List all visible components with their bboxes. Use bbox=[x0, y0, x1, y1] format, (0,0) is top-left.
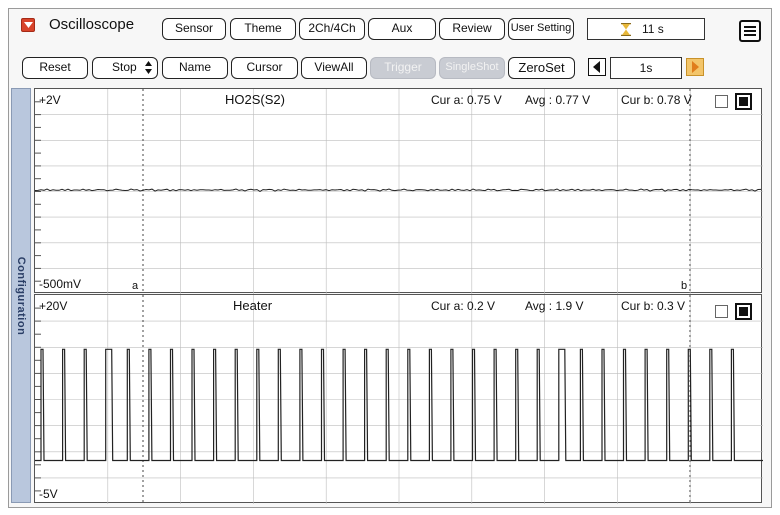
ch2-cursor-b-readout: Cur b: 0.3 V bbox=[621, 299, 686, 313]
step-left-icon[interactable] bbox=[588, 58, 606, 76]
ch1-average-readout: Avg : 0.77 V bbox=[525, 93, 591, 107]
ch1-cursor-b-label: b bbox=[681, 280, 688, 292]
channel-2-panel: +20V -5V Heater Cur a: 0.2 V Avg : 1.9 V… bbox=[34, 294, 763, 504]
ch1-visible-checkbox[interactable] bbox=[735, 93, 752, 110]
configuration-label: Configuration bbox=[15, 256, 27, 335]
name-button[interactable]: Name bbox=[162, 57, 228, 79]
aux-button[interactable]: Aux bbox=[368, 18, 436, 40]
view-all-button[interactable]: ViewAll bbox=[301, 57, 367, 79]
ch1-cursor-a-readout: Cur a: 0.75 V bbox=[431, 93, 502, 107]
ch1-cursor-b-readout: Cur b: 0.78 V bbox=[621, 93, 692, 107]
timer-value: 11 s bbox=[642, 22, 664, 36]
ch2-average-readout: Avg : 1.9 V bbox=[525, 299, 584, 313]
sensor-button[interactable]: Sensor bbox=[162, 18, 226, 40]
ch1-top-scale: +2V bbox=[39, 93, 61, 107]
hourglass-icon bbox=[620, 22, 632, 37]
stop-label: Stop bbox=[112, 60, 137, 74]
ch2-bottom-scale: -5V bbox=[39, 487, 58, 501]
time-step-display: 1s bbox=[610, 57, 682, 79]
ch1-bottom-scale: -500mV bbox=[39, 277, 82, 291]
menu-icon[interactable] bbox=[739, 20, 761, 42]
ch2-overlay-checkbox[interactable] bbox=[715, 305, 728, 318]
ch2-title: Heater bbox=[233, 298, 273, 313]
ch1-cursor-a-label: a bbox=[132, 280, 139, 292]
ch1-trace bbox=[35, 188, 762, 192]
user-setting-button[interactable]: User Setting bbox=[508, 18, 574, 40]
step-right-icon[interactable] bbox=[686, 58, 704, 76]
reset-button[interactable]: Reset bbox=[22, 57, 88, 79]
single-shot-button[interactable]: SingleShot bbox=[439, 57, 505, 79]
trigger-button[interactable]: Trigger bbox=[370, 57, 436, 79]
channel-2-plot bbox=[35, 295, 763, 504]
ch2-cursor-a-readout: Cur a: 0.2 V bbox=[431, 299, 496, 313]
app-title: Oscilloscope bbox=[49, 16, 135, 33]
configuration-tab[interactable]: Configuration bbox=[11, 88, 31, 503]
channels-button[interactable]: 2Ch/4Ch bbox=[299, 18, 365, 40]
cursor-button[interactable]: Cursor bbox=[231, 57, 298, 79]
ch1-overlay-checkbox[interactable] bbox=[715, 95, 728, 108]
channel-1-panel: +2V -500mV HO2S(S2) Cur a: 0.75 V Avg : … bbox=[34, 88, 763, 294]
theme-button[interactable]: Theme bbox=[230, 18, 296, 40]
ch2-top-scale: +20V bbox=[39, 299, 68, 313]
stop-select[interactable]: Stop bbox=[92, 57, 158, 79]
ch2-visible-checkbox[interactable] bbox=[735, 303, 752, 320]
review-button[interactable]: Review bbox=[439, 18, 505, 40]
zero-set-button[interactable]: ZeroSet bbox=[508, 57, 575, 79]
timer-display: 11 s bbox=[587, 18, 705, 40]
ch1-title: HO2S(S2) bbox=[225, 92, 285, 107]
app-logo-icon[interactable] bbox=[21, 18, 35, 32]
channel-1-plot bbox=[35, 89, 763, 294]
stepper-arrows-icon bbox=[145, 61, 152, 80]
